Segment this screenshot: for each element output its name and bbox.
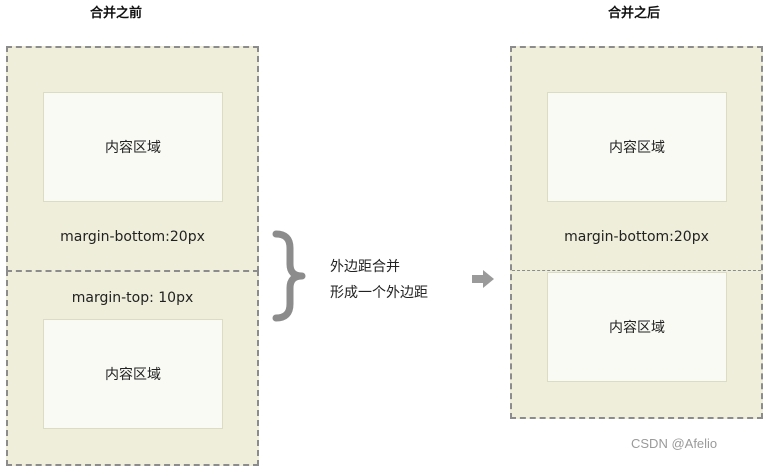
after-title: 合并之后 — [607, 6, 660, 21]
before-title: 合并之前 — [89, 6, 142, 21]
before-bottom-content: 内容区域 — [43, 319, 223, 429]
after-margin-label: margin-bottom:20px — [564, 229, 709, 245]
before-margin-top-label: margin-top: 10px — [71, 290, 194, 306]
explanation-line-1: 外边距合并 — [330, 259, 400, 275]
before-top-content: 内容区域 — [43, 92, 223, 202]
after-margin-divider — [512, 270, 761, 271]
before-bottom-box: margin-top: 10px 内容区域 — [6, 270, 259, 466]
after-box: 内容区域 margin-bottom:20px 内容区域 — [510, 46, 763, 419]
after-top-content: 内容区域 — [547, 92, 727, 202]
explanation-line-2: 形成一个外边距 — [330, 285, 428, 301]
right-arrow-icon — [472, 270, 494, 288]
csdn-watermark: CSDN @Afelio — [631, 436, 718, 451]
curly-brace-icon — [272, 230, 306, 322]
collapse-explanation: 外边距合并 形成一个外边距 — [330, 254, 428, 306]
before-top-box: 内容区域 margin-bottom:20px — [6, 46, 259, 272]
after-bottom-content: 内容区域 — [547, 272, 727, 382]
before-margin-bottom-label: margin-bottom:20px — [60, 229, 205, 245]
